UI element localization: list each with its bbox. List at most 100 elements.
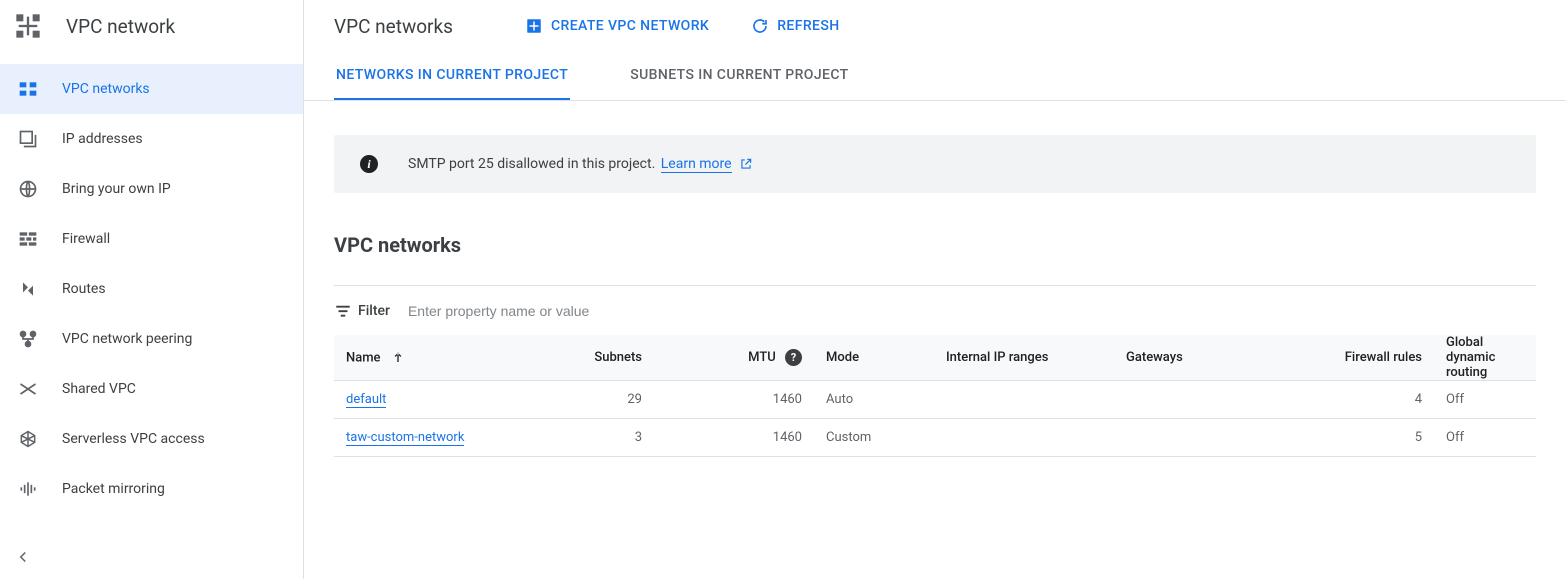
tab-label: NETWORKS IN CURRENT PROJECT <box>336 67 568 83</box>
cell-internal-ip <box>934 419 1114 457</box>
cell-mtu: 1460 <box>654 419 814 457</box>
cell-internal-ip <box>934 381 1114 419</box>
cell-mtu: 1460 <box>654 381 814 419</box>
filter-label: Filter <box>358 303 390 319</box>
sidebar-header: VPC network <box>0 0 303 52</box>
refresh-icon <box>751 17 769 35</box>
col-label: Internal IP ranges <box>946 350 1048 365</box>
refresh-button[interactable]: REFRESH <box>751 17 839 35</box>
learn-more-link[interactable]: Learn more <box>661 156 732 173</box>
sidebar-collapse[interactable] <box>0 539 303 579</box>
peering-icon <box>16 327 40 351</box>
sidebar-item-label: Bring your own IP <box>62 181 171 197</box>
firewall-icon <box>16 227 40 251</box>
vpc-networks-icon <box>16 77 40 101</box>
vpc-network-logo-icon <box>12 10 44 42</box>
col-label: Global dynamic routing <box>1446 335 1495 380</box>
col-internal-ip[interactable]: Internal IP ranges <box>934 335 1114 381</box>
col-label: MTU <box>748 350 776 365</box>
cell-mode: Custom <box>814 419 934 457</box>
filter-icon[interactable] <box>334 302 352 320</box>
sidebar-item-peering[interactable]: VPC network peering <box>0 314 303 364</box>
col-mode[interactable]: Mode <box>814 335 934 381</box>
cell-name: default <box>334 381 514 419</box>
serverless-vpc-icon <box>16 427 40 451</box>
cell-mode: Auto <box>814 381 934 419</box>
help-icon[interactable]: ? <box>785 349 802 366</box>
sidebar-item-label: Firewall <box>62 231 110 247</box>
banner-text: SMTP port 25 disallowed in this project. <box>408 156 655 172</box>
routes-icon <box>16 277 40 301</box>
tab-label: SUBNETS IN CURRENT PROJECT <box>630 67 848 83</box>
cell-routing: Off <box>1434 419 1536 457</box>
sidebar-item-shared-vpc[interactable]: Shared VPC <box>0 364 303 414</box>
sidebar-item-byoip[interactable]: Bring your own IP <box>0 164 303 214</box>
info-icon: i <box>360 155 378 173</box>
filter-row: Filter <box>334 285 1536 335</box>
page-title: VPC networks <box>334 15 453 38</box>
col-label: Name <box>346 350 381 365</box>
network-link[interactable]: default <box>346 392 386 408</box>
col-label: Mode <box>826 350 859 365</box>
refresh-label: REFRESH <box>777 18 839 34</box>
sidebar-item-label: VPC networks <box>62 81 150 97</box>
cell-subnets: 3 <box>514 419 654 457</box>
sidebar-item-firewall[interactable]: Firewall <box>0 214 303 264</box>
plus-icon <box>525 17 543 35</box>
topbar: VPC networks CREATE VPC NETWORK REFRESH <box>304 0 1566 52</box>
sidebar-item-label: Serverless VPC access <box>62 431 205 447</box>
filter-input[interactable] <box>408 303 1536 319</box>
sidebar-item-ip-addresses[interactable]: IP addresses <box>0 114 303 164</box>
col-routing[interactable]: Global dynamic routing <box>1434 335 1536 381</box>
col-label: Firewall rules <box>1345 350 1422 365</box>
tabs: NETWORKS IN CURRENT PROJECT SUBNETS IN C… <box>304 52 1566 101</box>
sidebar-item-label: Packet mirroring <box>62 481 165 497</box>
sidebar-item-vpc-networks[interactable]: VPC networks <box>0 64 303 114</box>
content: i SMTP port 25 disallowed in this projec… <box>304 101 1566 457</box>
col-name[interactable]: Name <box>334 335 514 381</box>
main: VPC networks CREATE VPC NETWORK REFRESH … <box>304 0 1566 579</box>
tab-networks[interactable]: NETWORKS IN CURRENT PROJECT <box>334 52 570 100</box>
packet-mirroring-icon <box>16 477 40 501</box>
cell-routing: Off <box>1434 381 1536 419</box>
chevron-left-icon <box>14 548 32 570</box>
col-firewall[interactable]: Firewall rules <box>1314 335 1434 381</box>
cell-gateways <box>1114 419 1314 457</box>
create-vpc-network-button[interactable]: CREATE VPC NETWORK <box>525 17 709 35</box>
create-label: CREATE VPC NETWORK <box>551 18 709 34</box>
info-banner: i SMTP port 25 disallowed in this projec… <box>334 135 1536 193</box>
col-label: Subnets <box>594 350 642 365</box>
table-row: default 29 1460 Auto 4 Off <box>334 381 1536 419</box>
byoip-icon <box>16 177 40 201</box>
table-row: taw-custom-network 3 1460 Custom 5 Off <box>334 419 1536 457</box>
sidebar-item-packet-mirroring[interactable]: Packet mirroring <box>0 464 303 514</box>
banner-message: SMTP port 25 disallowed in this project.… <box>408 156 753 172</box>
cell-firewall: 4 <box>1314 381 1434 419</box>
col-mtu[interactable]: MTU ? <box>654 335 814 381</box>
sidebar: VPC network VPC networks IP addresses Br… <box>0 0 304 579</box>
sidebar-title: VPC network <box>66 15 175 38</box>
networks-table: Name Subnets MTU ? Mode Internal IP rang… <box>334 335 1536 457</box>
sidebar-item-label: Shared VPC <box>62 381 136 397</box>
sidebar-item-label: VPC network peering <box>62 331 192 347</box>
ip-addresses-icon <box>16 127 40 151</box>
section-title: VPC networks <box>334 233 1536 257</box>
tab-subnets[interactable]: SUBNETS IN CURRENT PROJECT <box>628 52 850 100</box>
col-gateways[interactable]: Gateways <box>1114 335 1314 381</box>
cell-name: taw-custom-network <box>334 419 514 457</box>
external-link-icon <box>739 157 753 171</box>
sidebar-item-serverless-vpc[interactable]: Serverless VPC access <box>0 414 303 464</box>
cell-gateways <box>1114 381 1314 419</box>
network-link[interactable]: taw-custom-network <box>346 430 464 446</box>
shared-vpc-icon <box>16 377 40 401</box>
cell-subnets: 29 <box>514 381 654 419</box>
sort-asc-icon <box>390 350 406 366</box>
col-label: Gateways <box>1126 350 1183 365</box>
sidebar-item-routes[interactable]: Routes <box>0 264 303 314</box>
sidebar-nav: VPC networks IP addresses Bring your own… <box>0 64 303 514</box>
col-subnets[interactable]: Subnets <box>514 335 654 381</box>
cell-firewall: 5 <box>1314 419 1434 457</box>
table-header-row: Name Subnets MTU ? Mode Internal IP rang… <box>334 335 1536 381</box>
sidebar-item-label: IP addresses <box>62 131 143 147</box>
sidebar-item-label: Routes <box>62 281 106 297</box>
